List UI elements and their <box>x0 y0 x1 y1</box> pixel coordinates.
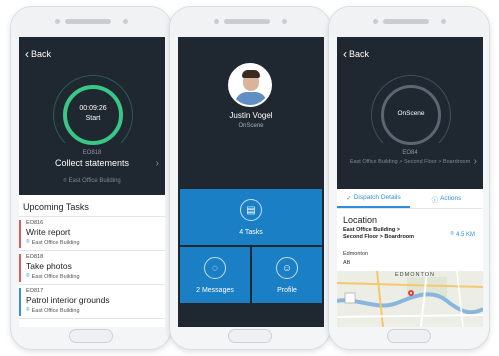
task-item-location: ⌾ East Office Building <box>26 239 161 246</box>
chevron-left-icon: ‹ <box>25 46 29 61</box>
avatar-hair <box>242 70 260 78</box>
task-item-code: EO816 <box>26 220 44 226</box>
back-label: Back <box>31 49 52 59</box>
dispatch-tabs: ✓ Dispatch Details ⓘ Actions <box>337 189 483 209</box>
task-item-location-text: East Office Building <box>31 239 80 246</box>
location-pin-icon: ⌾ <box>26 239 30 245</box>
messages-tile-label: 2 Messages <box>196 287 234 294</box>
profile-tile-label: Profile <box>277 287 297 294</box>
location-pin-icon: ⌾ <box>63 178 67 184</box>
profile-tile[interactable]: ☺ Profile <box>252 247 322 303</box>
task-priority-bar <box>19 254 21 282</box>
phone-frame-profile: Justin Vogel OnScene ▤ 4 Tasks ◌ 2 Messa… <box>169 6 331 350</box>
task-item-code: EO818 <box>26 254 44 260</box>
person-icon: ☺ <box>276 257 298 279</box>
speaker-grille <box>65 19 111 24</box>
phone-top-bezel <box>329 7 489 37</box>
camera-icon <box>373 19 378 24</box>
location-map[interactable]: EDMONTON <box>337 271 483 327</box>
user-status: OnScene <box>238 123 264 129</box>
upcoming-tasks-panel: Upcoming Tasks EO816 Write report ⌾ East… <box>19 195 165 327</box>
location-distance-text: 4.5 KM <box>455 231 475 238</box>
home-button[interactable] <box>228 329 272 343</box>
chat-icon: ◌ <box>204 257 226 279</box>
camera-icon <box>55 19 60 24</box>
upcoming-tasks-header: Upcoming Tasks <box>19 195 165 217</box>
task-code: EO818 <box>82 150 102 156</box>
home-button[interactable] <box>387 329 431 343</box>
user-name: Justin Vogel <box>229 111 273 120</box>
dispatch-panel: ✓ Dispatch Details ⓘ Actions Location Ea… <box>337 189 483 327</box>
back-button[interactable]: ‹ Back <box>25 46 52 61</box>
sensor-icon <box>441 19 446 24</box>
dispatch-code: EO84 <box>402 150 418 156</box>
camera-icon <box>214 19 219 24</box>
timer-start-button[interactable]: 00:09:26 Start <box>63 85 123 145</box>
actions-icon: ⓘ <box>431 196 439 204</box>
task-item-name: Take photos <box>26 261 72 271</box>
task-item-location-text: East Office Building <box>31 273 80 280</box>
task-location: ⌾ East Office Building <box>19 178 165 185</box>
location-city: Edmonton <box>343 251 369 257</box>
tab-actions[interactable]: ⓘ Actions <box>410 189 483 208</box>
tasks-tile[interactable]: ▤ 4 Tasks <box>180 189 322 245</box>
map-city-label: EDMONTON <box>395 272 435 278</box>
tasks-tile-label: 4 Tasks <box>239 229 263 236</box>
phone-frame-tasks: ‹ Back 00:09:26 Start EO818 Collect stat… <box>10 6 172 350</box>
tab-dispatch-details[interactable]: ✓ Dispatch Details <box>337 189 410 208</box>
location-pin-icon: ⌾ <box>26 273 30 279</box>
chevron-right-icon[interactable]: › <box>156 158 159 169</box>
location-heading: Location <box>343 215 378 225</box>
status-ring: OnScene <box>381 85 441 145</box>
sensor-icon <box>123 19 128 24</box>
chevron-right-icon[interactable]: › <box>474 156 477 167</box>
phone-top-bezel <box>170 7 330 37</box>
dispatch-path: East Office Building > Second Floor > Bo… <box>349 159 471 165</box>
speaker-grille <box>224 19 270 24</box>
tab-dispatch-details-label: Dispatch Details <box>353 194 401 201</box>
speaker-grille <box>383 19 429 24</box>
location-distance: ⌾ 4.5 KM <box>450 231 475 238</box>
task-priority-bar <box>19 288 21 316</box>
task-location-text: East Office Building <box>68 178 121 184</box>
dispatch-screen: ‹ Back OnScene EO84 East Office Building… <box>337 37 483 327</box>
location-pin-icon: ⌾ <box>26 307 30 313</box>
task-list-item[interactable]: EO816 Write report ⌾ East Office Buildin… <box>19 217 165 251</box>
task-item-code: EO817 <box>26 288 44 294</box>
location-province: AB <box>343 260 351 266</box>
tab-actions-label: Actions <box>440 195 462 202</box>
task-item-location-text: East Office Building <box>31 307 80 314</box>
location-address: East Office Building > Second Floor > Bo… <box>343 227 415 240</box>
task-list-item[interactable]: EO817 Patrol interior grounds ⌾ East Off… <box>19 285 165 319</box>
task-item-location: ⌾ East Office Building <box>26 273 161 280</box>
map-graphic <box>337 271 483 327</box>
chevron-left-icon: ‹ <box>343 46 347 61</box>
task-item-name: Patrol interior grounds <box>26 295 110 305</box>
avatar-shirt <box>235 92 267 105</box>
phone-top-bezel <box>11 7 171 37</box>
home-screen: Justin Vogel OnScene ▤ 4 Tasks ◌ 2 Messa… <box>178 37 324 327</box>
clipboard-icon: ▤ <box>240 199 262 221</box>
sensor-icon <box>282 19 287 24</box>
back-label: Back <box>349 49 370 59</box>
timer-label: Start <box>85 115 101 122</box>
phone-frame-dispatch: ‹ Back OnScene EO84 East Office Building… <box>328 6 490 350</box>
timer-time: 00:09:26 <box>79 105 107 112</box>
task-list-item[interactable]: EO818 Take photos ⌾ East Office Building <box>19 251 165 285</box>
status-ring-label: OnScene <box>397 110 425 117</box>
location-pin-icon: ⌾ <box>450 231 454 237</box>
task-title: Collect statements <box>54 158 130 168</box>
task-item-name: Write report <box>26 227 71 237</box>
task-item-location: ⌾ East Office Building <box>26 307 161 314</box>
home-button[interactable] <box>69 329 113 343</box>
back-button[interactable]: ‹ Back <box>343 46 370 61</box>
task-screen: ‹ Back 00:09:26 Start EO818 Collect stat… <box>19 37 165 327</box>
avatar[interactable] <box>228 63 272 107</box>
check-circle-icon: ✓ <box>346 194 352 202</box>
task-priority-bar <box>19 220 21 248</box>
messages-tile[interactable]: ◌ 2 Messages <box>180 247 250 303</box>
